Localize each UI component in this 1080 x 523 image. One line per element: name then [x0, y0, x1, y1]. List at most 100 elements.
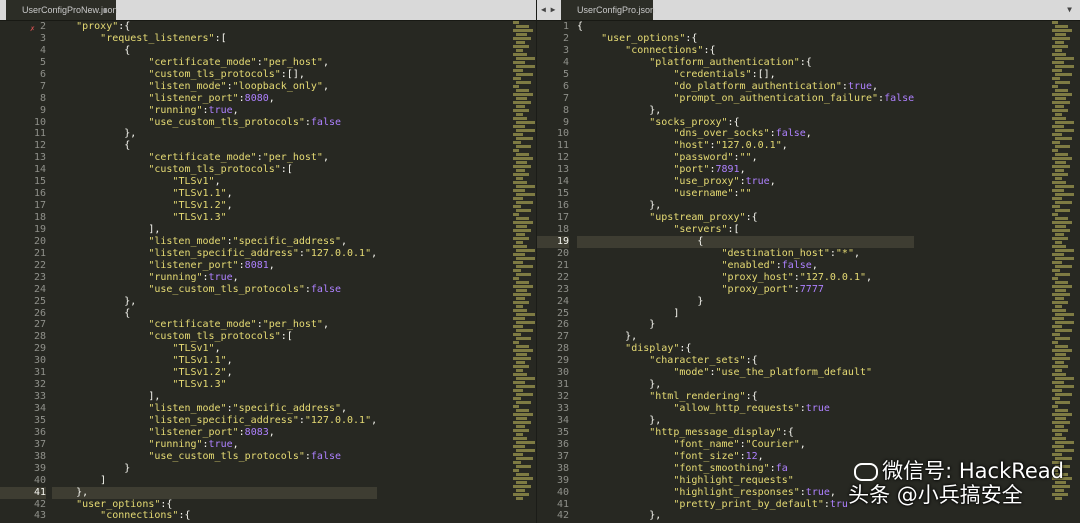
tab-userconfigpro[interactable]: UserConfigPro.json	[561, 0, 655, 20]
right-tab-bar: ◀ ▶ UserConfigPro.json ▼	[537, 0, 1080, 21]
code-line[interactable]: "port":7891,	[577, 164, 914, 176]
code-line[interactable]: "proxy_host":"127.0.0.1",	[577, 272, 914, 284]
punctuation-token	[577, 391, 649, 402]
code-line[interactable]: "enabled":false,	[577, 260, 914, 272]
code-line[interactable]: "use_custom_tls_protocols":false	[52, 284, 377, 296]
tab-userconfigpronew[interactable]: UserConfigProNew.json ●	[6, 0, 118, 20]
code-line[interactable]: }	[577, 296, 914, 308]
code-line[interactable]: {	[577, 235, 915, 248]
code-line[interactable]: },	[577, 200, 914, 212]
code-line[interactable]: {	[52, 45, 377, 57]
code-line[interactable]: "socks_proxy":{	[577, 117, 914, 129]
code-line[interactable]: "mode":"use_the_platform_default"	[577, 367, 914, 379]
code-line[interactable]: "custom_tls_protocols":[	[52, 331, 377, 343]
code-line[interactable]: "custom_tls_protocols":[],	[52, 69, 377, 81]
code-line[interactable]: "certificate_mode":"per_host",	[52, 57, 377, 69]
code-line[interactable]: "request_listeners":[	[52, 33, 377, 45]
code-line[interactable]: "connections":{	[577, 45, 914, 57]
code-line[interactable]: "running":true,	[52, 105, 377, 117]
punctuation-token: ],	[52, 391, 161, 403]
code-line[interactable]: "use_custom_tls_protocols":false	[52, 451, 377, 463]
code-line[interactable]: "servers":[	[577, 224, 914, 236]
code-line[interactable]: "TLSv1.1",	[52, 188, 377, 200]
code-line[interactable]: "platform_authentication":{	[577, 57, 914, 69]
code-line[interactable]: {	[52, 140, 377, 152]
code-line[interactable]: "listen_specific_address":"127.0.0.1",	[52, 248, 377, 260]
code-line[interactable]: "credentials":[],	[577, 69, 914, 81]
code-line[interactable]: "user_options":{	[577, 33, 914, 45]
code-line[interactable]: },	[577, 415, 914, 427]
right-editor[interactable]: 1 2 3 4 5 6 7 8 9 10 11 12 13 14 15 16 17 18 19 20 21 22 23 24 2…	[537, 21, 1080, 523]
code-line[interactable]: "proxy_port":7777	[577, 284, 914, 296]
punctuation-token: ,	[268, 92, 275, 104]
code-line[interactable]: "listen_mode":"specific_address",	[52, 236, 377, 248]
tab-nav-arrows-icon[interactable]: ◀ ▶	[541, 0, 555, 20]
code-line[interactable]: },	[52, 296, 377, 308]
code-line[interactable]: "destination_host":"*",	[577, 248, 914, 260]
code-line[interactable]: ],	[52, 391, 377, 403]
code-line[interactable]: "listen_mode":"specific_address",	[52, 403, 377, 415]
code-line[interactable]: "user_options":{	[52, 499, 377, 511]
code-line[interactable]: "host":"127.0.0.1",	[577, 140, 914, 152]
line-number: 28	[33, 331, 46, 343]
code-line[interactable]: },	[577, 379, 914, 391]
string-token: "per_host"	[262, 319, 323, 331]
code-line[interactable]: "allow_http_requests":true	[577, 403, 914, 415]
code-line[interactable]: "certificate_mode":"per_host",	[52, 152, 377, 164]
code-line[interactable]: "display":{	[577, 343, 914, 355]
code-line[interactable]: "upstream_proxy":{	[577, 212, 914, 224]
code-line[interactable]: "TLSv1.2",	[52, 200, 377, 212]
code-line[interactable]: "TLSv1.3"	[52, 379, 377, 391]
code-line[interactable]: "dns_over_socks":false,	[577, 128, 914, 140]
code-line[interactable]: "TLSv1",	[52, 176, 377, 188]
constant-token: 12	[745, 450, 758, 462]
code-line[interactable]: "running":true,	[52, 439, 377, 451]
code-line[interactable]: "character_sets":{	[577, 355, 914, 367]
code-line[interactable]: "html_rendering":{	[577, 391, 914, 403]
minimap-line	[1055, 177, 1062, 180]
tab-overflow-icon[interactable]: ▼	[1067, 0, 1072, 20]
minimap[interactable]	[1052, 21, 1074, 523]
code-line[interactable]: {	[52, 308, 377, 320]
minimap-line	[513, 133, 523, 136]
code-line[interactable]: "custom_tls_protocols":[	[52, 164, 377, 176]
code-line[interactable]: "listener_port":8080,	[52, 93, 377, 105]
code-line[interactable]: }	[577, 319, 914, 331]
code-line[interactable]: "listener_port":8081,	[52, 260, 377, 272]
code-line[interactable]: {	[577, 21, 914, 33]
code-line[interactable]: "listen_mode":"loopback_only",	[52, 81, 377, 93]
code-line[interactable]: "listener_port":8083,	[52, 427, 377, 439]
code-line[interactable]: },	[577, 331, 914, 343]
code-lines[interactable]: { "user_options":{ "connections":{ "plat…	[577, 21, 915, 523]
unsaved-dot-icon[interactable]: ●	[103, 0, 108, 20]
code-line[interactable]: "TLSv1.3"	[52, 212, 377, 224]
code-line[interactable]: "http_message_display":{	[577, 427, 914, 439]
code-line[interactable]: },	[577, 105, 914, 117]
code-line[interactable]: "do_platform_authentication":true,	[577, 81, 914, 93]
code-line[interactable]: "prompt_on_authentication_failure":false	[577, 93, 914, 105]
code-line[interactable]: "password":"",	[577, 152, 914, 164]
code-line[interactable]: },	[52, 128, 377, 140]
code-line[interactable]: "use_proxy":true,	[577, 176, 914, 188]
minimap[interactable]	[513, 21, 535, 523]
code-lines[interactable]: "proxy":{ "request_listeners":[ { "certi…	[52, 21, 378, 523]
code-line[interactable]: "listen_specific_address":"127.0.0.1",	[52, 415, 377, 427]
code-line[interactable]: "username":""	[577, 188, 914, 200]
code-line[interactable]: "TLSv1.1",	[52, 355, 377, 367]
code-line[interactable]: "TLSv1",	[52, 343, 377, 355]
code-line[interactable]: }	[52, 463, 377, 475]
code-line[interactable]: "font_name":"Courier",	[577, 439, 914, 451]
code-line[interactable]: "running":true,	[52, 272, 377, 284]
code-line[interactable]: },	[52, 486, 378, 499]
code-line[interactable]: "certificate_mode":"per_host",	[52, 319, 377, 331]
code-line[interactable]: "use_custom_tls_protocols":false	[52, 117, 377, 129]
code-line[interactable]: },	[577, 510, 914, 522]
code-line[interactable]: ]	[52, 475, 377, 487]
code-line[interactable]: "connections":{	[52, 510, 377, 522]
code-line[interactable]: ]	[577, 308, 914, 320]
line-number: 27	[33, 319, 46, 331]
code-line[interactable]: "proxy":{	[52, 21, 377, 33]
code-line[interactable]: "TLSv1.2",	[52, 367, 377, 379]
code-line[interactable]: ],	[52, 224, 377, 236]
left-editor[interactable]: ✗ 2 3 4 5 6 7 8 9 10 11 12 13 14 15 16 17 18 19 20 21 22 23 24…	[0, 21, 536, 523]
